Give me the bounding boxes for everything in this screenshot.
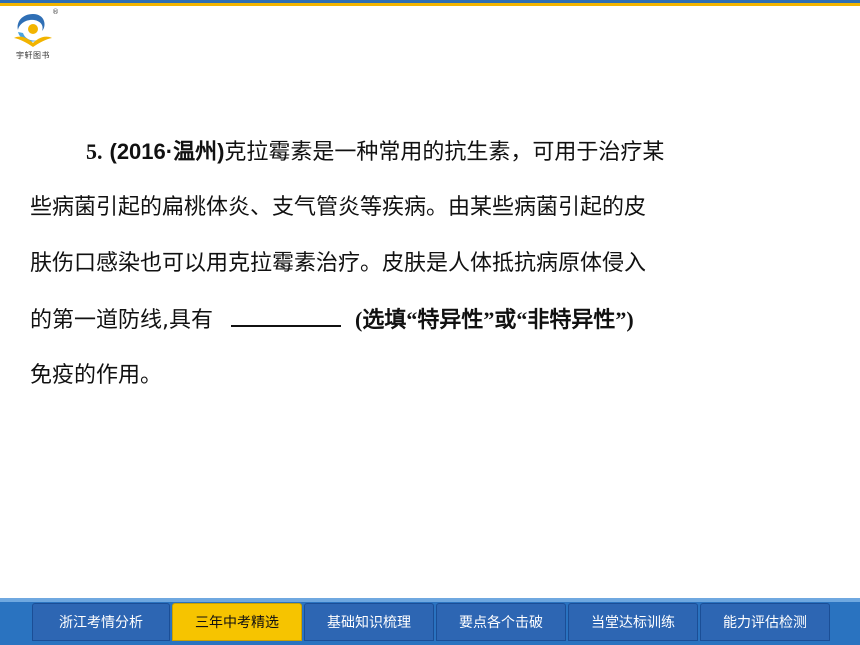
tab-label: 要点各个击破: [459, 615, 543, 631]
question-line-1: 5. (2016·温州)克拉霉素是一种常用的抗生素，可用于治疗某: [30, 124, 818, 180]
nav-top-strip: [0, 598, 860, 602]
tab-three-year-selection[interactable]: 三年中考精选: [172, 603, 302, 641]
tab-basic-knowledge[interactable]: 基础知识梳理: [304, 603, 434, 641]
question-line-5: 免疫的作用。: [30, 363, 163, 388]
logo-mark-icon: [14, 14, 52, 47]
tab-label: 三年中考精选: [195, 615, 279, 631]
answer-hint: (选填“特异性”或“非特异性”): [355, 307, 634, 332]
registered-mark: ®: [52, 8, 59, 16]
tab-zhejiang-analysis[interactable]: 浙江考情分析: [32, 603, 170, 641]
question-line-3: 肤伤口感染也可以用克拉霉素治疗。皮肤是人体抵抗病原体侵入: [30, 251, 647, 276]
question-block: 5. (2016·温州)克拉霉素是一种常用的抗生素，可用于治疗某 些病菌引起的扁…: [30, 124, 818, 404]
question-line-2: 些病菌引起的扁桃体炎、支气管炎等疾病。由某些病菌引起的皮: [30, 195, 647, 220]
tab-label: 能力评估检测: [723, 615, 807, 631]
question-text-line-1: 克拉霉素是一种常用的抗生素，可用于治疗某: [224, 140, 665, 165]
answer-blank[interactable]: [231, 305, 341, 327]
tab-key-points[interactable]: 要点各个击破: [436, 603, 566, 641]
question-number: 5.: [86, 139, 103, 164]
tab-ability-assessment[interactable]: 能力评估检测: [700, 603, 830, 641]
question-line-4: 的第一道防线,具有 (选填“特异性”或“非特异性”): [30, 292, 818, 348]
question-text-line-4: 的第一道防线,具有: [30, 308, 213, 333]
logo-text: 宇轩图书: [16, 51, 50, 60]
bottom-navigation-bar: 浙江考情分析 三年中考精选 基础知识梳理 要点各个击破 当堂达标训练 能力评估检…: [0, 598, 860, 645]
tab-label: 基础知识梳理: [327, 615, 411, 631]
top-accent-yellow-bar: [0, 3, 860, 6]
question-source: (2016·温州): [109, 139, 225, 164]
tab-label: 当堂达标训练: [591, 615, 675, 631]
publisher-logo: ® 宇轩图书: [6, 8, 60, 62]
tab-in-class-practice[interactable]: 当堂达标训练: [568, 603, 698, 641]
tab-label: 浙江考情分析: [59, 615, 143, 631]
